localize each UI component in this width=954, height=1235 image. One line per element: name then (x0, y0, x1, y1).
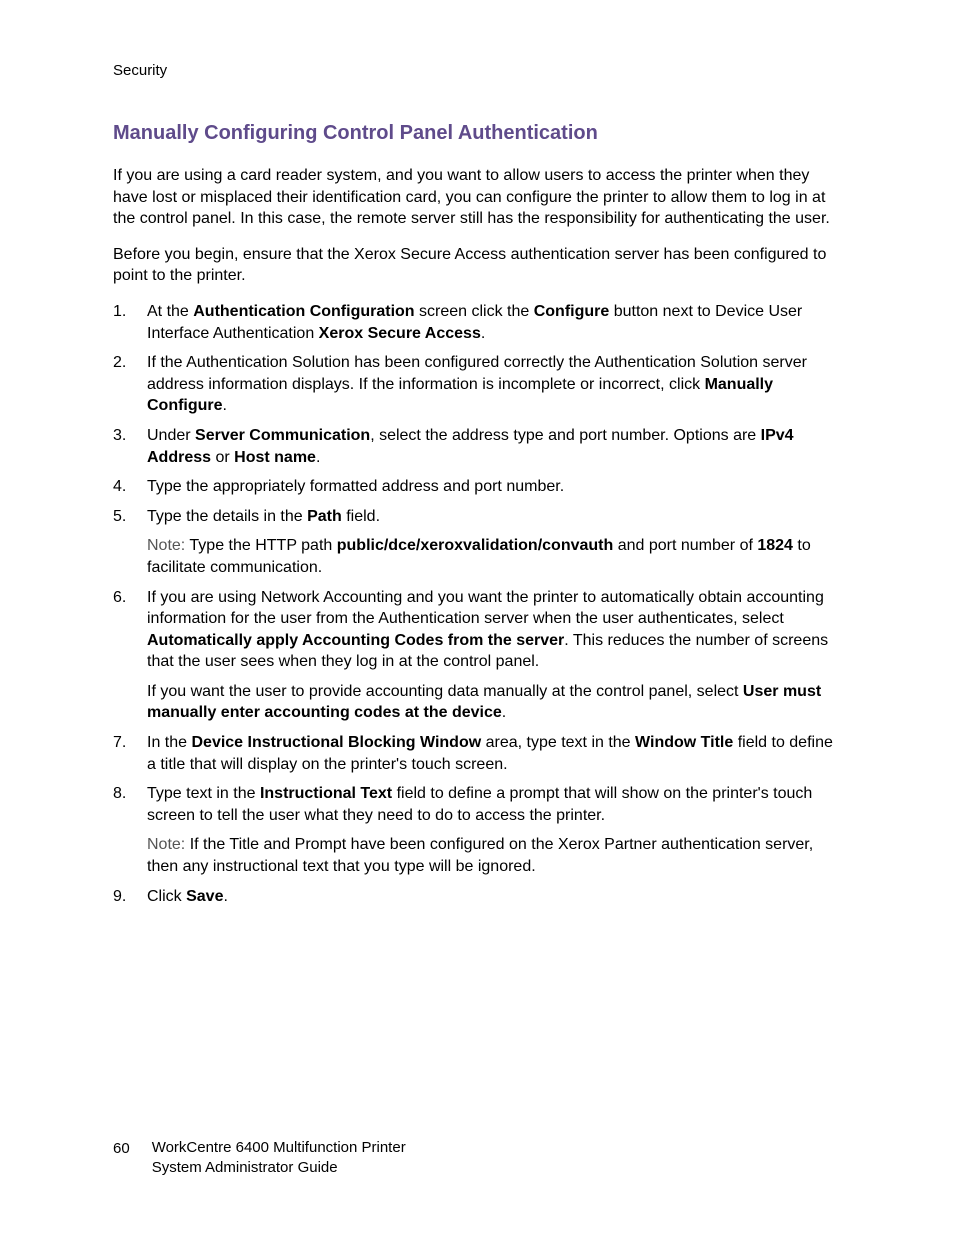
step-6-sub: If you want the user to provide accounti… (147, 681, 841, 724)
footer-line-1: WorkCentre 6400 Multifunction Printer (152, 1138, 406, 1158)
text: Type the HTTP path (185, 537, 337, 554)
instruction-list: At the Authentication Configuration scre… (113, 301, 841, 907)
step-9: Click Save. (113, 886, 841, 908)
step-7: In the Device Instructional Blocking Win… (113, 732, 841, 775)
note-label: Note: (147, 836, 185, 853)
intro-paragraph-1: If you are using a card reader system, a… (113, 165, 841, 230)
text: or (211, 449, 234, 466)
text: . (502, 704, 506, 721)
bold: Window Title (635, 734, 733, 751)
intro-paragraph-2: Before you begin, ensure that the Xerox … (113, 244, 841, 287)
bold: Path (307, 508, 342, 525)
page-footer: 60 WorkCentre 6400 Multifunction Printer… (113, 1138, 406, 1177)
footer-line-2: System Administrator Guide (152, 1158, 406, 1178)
bold: Configure (534, 303, 610, 320)
footer-text: WorkCentre 6400 Multifunction Printer Sy… (152, 1138, 406, 1177)
header-section-label: Security (113, 60, 841, 81)
step-5: Type the details in the Path field. Note… (113, 506, 841, 579)
text: . (316, 449, 320, 466)
text: screen click the (415, 303, 534, 320)
step-4: Type the appropriately formatted address… (113, 476, 841, 498)
text: Type the details in the (147, 508, 307, 525)
section-heading: Manually Configuring Control Panel Authe… (113, 119, 841, 147)
bold: public/dce/xeroxvalidation/convauth (337, 537, 614, 554)
text: At the (147, 303, 193, 320)
text: area, type text in the (481, 734, 635, 751)
text: . (223, 888, 227, 905)
text: Type text in the (147, 785, 260, 802)
text: field. (342, 508, 380, 525)
text: . (481, 325, 485, 342)
text: . (223, 397, 227, 414)
bold: Automatically apply Accounting Codes fro… (147, 632, 564, 649)
bold: Server Communication (195, 427, 370, 444)
text: Type the appropriately formatted address… (147, 478, 564, 495)
text: In the (147, 734, 191, 751)
bold: Authentication Configuration (193, 303, 414, 320)
text: If you are using Network Accounting and … (147, 589, 824, 628)
text: Click (147, 888, 186, 905)
step-3: Under Server Communication, select the a… (113, 425, 841, 468)
page-number: 60 (113, 1138, 130, 1159)
step-1: At the Authentication Configuration scre… (113, 301, 841, 344)
bold: Xerox Secure Access (319, 325, 481, 342)
step-6: If you are using Network Accounting and … (113, 587, 841, 725)
text: If you want the user to provide accounti… (147, 683, 743, 700)
step-8-note: Note: If the Title and Prompt have been … (147, 834, 841, 877)
bold: Device Instructional Blocking Window (191, 734, 481, 751)
text: , select the address type and port numbe… (370, 427, 760, 444)
step-8: Type text in the Instructional Text fiel… (113, 783, 841, 877)
text: If the Title and Prompt have been config… (147, 836, 813, 875)
step-5-note: Note: Type the HTTP path public/dce/xero… (147, 535, 841, 578)
text: Under (147, 427, 195, 444)
step-2: If the Authentication Solution has been … (113, 352, 841, 417)
text: and port number of (613, 537, 757, 554)
bold: Save (186, 888, 223, 905)
note-label: Note: (147, 537, 185, 554)
bold: Instructional Text (260, 785, 392, 802)
bold: 1824 (757, 537, 793, 554)
bold: Host name (234, 449, 316, 466)
